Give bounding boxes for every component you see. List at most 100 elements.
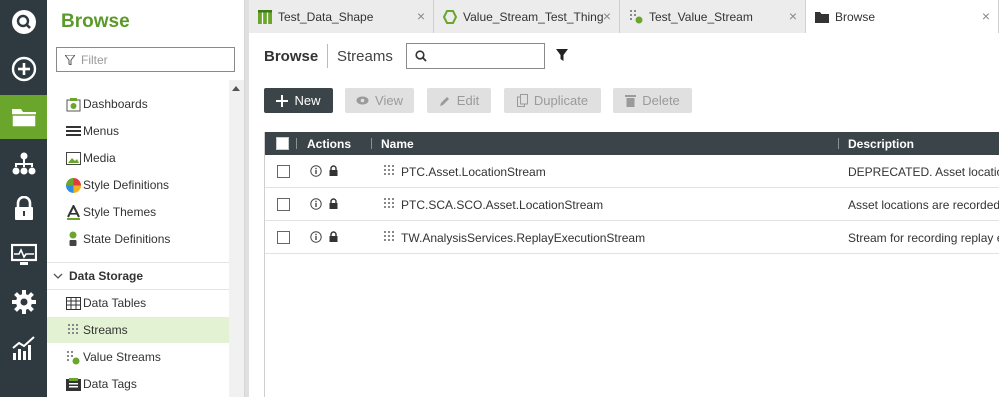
search-input[interactable]	[406, 43, 545, 69]
row-description: Asset locations are recorded to	[848, 198, 999, 212]
stream-icon	[384, 231, 394, 241]
nav-label: Style Definitions	[83, 178, 170, 192]
nav-label: Data Tables	[83, 296, 147, 310]
nav-item-value-streams[interactable]: Value Streams	[65, 344, 244, 370]
nav-label: Menus	[83, 124, 120, 138]
close-icon[interactable]: ×	[417, 9, 425, 23]
main-content: Browse Streams New View Edit Duplicate D…	[249, 33, 999, 397]
table-row[interactable]: PTC.Asset.LocationStream DEPRECATED. Ass…	[265, 155, 999, 188]
table-row[interactable]: TW.AnalysisServices.ReplayExecutionStrea…	[265, 221, 999, 254]
info-icon[interactable]	[310, 198, 322, 210]
column-header-actions[interactable]: Actions	[307, 137, 351, 151]
search-icon[interactable]	[0, 0, 47, 44]
close-icon[interactable]: ×	[982, 9, 990, 23]
analytics-icon[interactable]	[0, 326, 47, 370]
nav-item-data-tags[interactable]: Data Tags	[65, 371, 244, 397]
data-shape-icon	[258, 9, 272, 24]
filter-placeholder: Filter	[81, 52, 108, 67]
nav-item-style-themes[interactable]: Style Themes	[65, 199, 244, 225]
nav-label: State Definitions	[83, 232, 171, 246]
tab-label: Value_Stream_Test_Thing	[463, 9, 604, 24]
nav-item-dashboards[interactable]: Dashboards	[65, 91, 244, 117]
breadcrumb-browse[interactable]: Browse	[264, 48, 318, 65]
lock-icon[interactable]	[0, 187, 47, 231]
breadcrumb-divider	[327, 44, 328, 68]
row-name[interactable]: PTC.Asset.LocationStream	[401, 165, 546, 179]
edit-button-label: Edit	[456, 93, 480, 108]
delete-button[interactable]: Delete	[613, 88, 692, 113]
gear-icon[interactable]	[0, 280, 47, 324]
duplicate-button[interactable]: Duplicate	[504, 88, 601, 113]
thing-icon	[443, 9, 457, 24]
style-theme-icon	[65, 204, 81, 220]
column-header-description[interactable]: Description	[848, 137, 914, 151]
section-data-storage[interactable]: Data Storage	[47, 262, 229, 290]
row-checkbox[interactable]	[277, 231, 290, 244]
eye-icon	[356, 96, 369, 105]
nav-label: Dashboards	[83, 97, 148, 111]
column-divider[interactable]	[838, 138, 839, 149]
nav-item-state-definitions[interactable]: State Definitions	[65, 226, 244, 252]
tab-test-data-shape[interactable]: Test_Data_Shape ×	[249, 0, 434, 33]
close-icon[interactable]: ×	[603, 9, 611, 23]
panel-scrollbar[interactable]	[229, 80, 244, 397]
trash-icon	[625, 94, 637, 107]
nav-item-style-definitions[interactable]: Style Definitions	[65, 172, 244, 198]
nav-item-media[interactable]: Media	[65, 145, 244, 171]
nav-label: Style Themes	[83, 205, 157, 219]
folder-icon[interactable]	[0, 95, 47, 139]
chevron-down-icon	[53, 273, 63, 279]
nav-item-data-tables[interactable]: Data Tables	[65, 290, 244, 316]
row-name[interactable]: PTC.SCA.SCO.Asset.LocationStream	[401, 198, 603, 212]
column-header-name[interactable]: Name	[381, 137, 414, 151]
view-button[interactable]: View	[345, 88, 414, 113]
new-button-label: New	[294, 93, 321, 108]
plus-icon	[276, 94, 289, 107]
nav-label: Value Streams	[83, 350, 161, 364]
tab-browse[interactable]: Browse ×	[806, 0, 999, 34]
panel-title: Browse	[61, 11, 130, 32]
dashboard-icon	[65, 96, 81, 112]
edit-button[interactable]: Edit	[427, 88, 491, 113]
close-icon[interactable]: ×	[789, 9, 797, 23]
filter-funnel-icon	[65, 54, 75, 65]
info-icon[interactable]	[310, 165, 322, 177]
pencil-icon	[439, 95, 451, 107]
browse-panel: Browse Filter Dashboards Menus Media Sty…	[47, 0, 245, 397]
table-row[interactable]: PTC.SCA.SCO.Asset.LocationStream Asset l…	[265, 188, 999, 221]
tab-test-value-stream[interactable]: Test_Value_Stream ×	[620, 0, 806, 33]
tab-label: Browse	[835, 10, 876, 24]
new-button[interactable]: New	[264, 88, 333, 113]
stream-icon	[65, 322, 81, 338]
tab-bar: Test_Data_Shape × Value_Stream_Test_Thin…	[249, 0, 999, 34]
hierarchy-icon[interactable]	[0, 142, 47, 186]
add-icon[interactable]	[0, 47, 47, 91]
select-all-checkbox[interactable]	[276, 137, 289, 150]
row-checkbox[interactable]	[277, 165, 290, 178]
row-checkbox[interactable]	[277, 198, 290, 211]
nav-item-menus[interactable]: Menus	[65, 118, 244, 144]
monitor-icon[interactable]	[0, 233, 47, 277]
section-label: Data Storage	[69, 269, 144, 283]
column-divider[interactable]	[371, 138, 372, 149]
media-icon	[65, 150, 81, 166]
tab-value-stream-test-thing[interactable]: Value_Stream_Test_Thing ×	[434, 0, 620, 33]
delete-button-label: Delete	[642, 93, 680, 108]
lock-icon	[329, 165, 338, 176]
filter-input[interactable]: Filter	[56, 47, 235, 72]
scroll-up-arrow-icon[interactable]	[232, 86, 240, 91]
column-divider	[296, 138, 297, 149]
info-icon[interactable]	[310, 231, 322, 243]
nav-label: Media	[83, 151, 116, 165]
tab-label: Test_Value_Stream	[649, 9, 753, 24]
row-name[interactable]: TW.AnalysisServices.ReplayExecutionStrea…	[401, 231, 645, 245]
filter-funnel-icon[interactable]	[556, 49, 568, 61]
copy-icon	[516, 94, 528, 107]
folder-icon	[815, 10, 829, 24]
tag-icon	[65, 376, 81, 392]
row-description: DEPRECATED. Asset locations	[848, 165, 999, 179]
stream-icon	[384, 165, 394, 175]
left-rail	[0, 0, 47, 397]
value-stream-icon	[629, 10, 643, 24]
nav-item-streams[interactable]: Streams	[47, 317, 229, 343]
